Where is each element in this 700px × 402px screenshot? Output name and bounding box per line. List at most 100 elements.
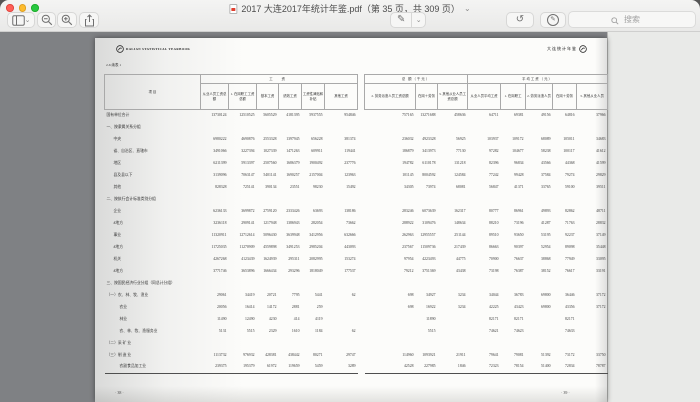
cell: 4230 — [257, 314, 279, 326]
cell: 56847 — [468, 182, 501, 194]
minimize-button[interactable] — [19, 4, 27, 12]
cell: 88210 — [468, 218, 501, 230]
cell: 78154 — [501, 362, 526, 374]
table-row: #地方3771746365389616664342932961818049177… — [105, 266, 358, 278]
cell: 104677 — [501, 146, 526, 158]
column-header: 2. 劳务派遣人员工资总额 — [365, 84, 416, 110]
column-header: 在岗＋劳务 — [553, 84, 577, 110]
cell: 82862 — [553, 206, 577, 218]
fullscreen-button[interactable] — [31, 4, 39, 12]
share-button[interactable] — [79, 12, 99, 28]
cell: 725141 — [229, 182, 257, 194]
markup-pencil-icon[interactable]: ✎ — [391, 15, 411, 25]
cell — [577, 326, 608, 338]
cell: 632666 — [325, 230, 358, 242]
row-label: 农副食品加工业 — [105, 362, 201, 374]
cell: 49156 — [526, 110, 553, 122]
yearbook-logo-icon — [116, 45, 124, 53]
cell: 42225 — [468, 302, 501, 314]
cell: 3491066 — [201, 146, 229, 158]
cell: 76637 — [501, 254, 526, 266]
cell: 100117 — [553, 146, 577, 158]
cell: 3751369 — [416, 266, 438, 278]
cell: 37149 — [577, 230, 608, 242]
zoom-out-button[interactable] — [37, 12, 56, 28]
window-title: 2017 大连2017年统计年鉴.pdf（第 35 页，共 309 页） — [241, 2, 460, 15]
window-title-group[interactable]: 2017 大连2017年统计年鉴.pdf（第 35 页，共 309 页） ⌄ — [229, 2, 470, 15]
table-row: （三）制 造 业11137329769324283814384428027129… — [105, 350, 358, 362]
table-row — [365, 122, 608, 134]
cell: 62 — [325, 326, 358, 338]
cell: 428381 — [257, 350, 279, 362]
cell: 1666434 — [257, 266, 279, 278]
search-input[interactable] — [569, 12, 695, 27]
cell: 8004592 — [416, 170, 438, 182]
left-page-brand: DALIAN STATISTICAL YEARBOOK — [126, 47, 190, 51]
cell: 37966 — [577, 110, 608, 122]
table-row: 6983492732343404436783698003644637172 — [365, 290, 608, 302]
preview-window: 2017 大连2017年统计年鉴.pdf（第 35 页，共 309 页） ⌄ ⌄ — [0, 0, 700, 402]
cell: 77949 — [553, 254, 577, 266]
markup-button-group[interactable]: ✎ ⌄ — [390, 12, 426, 28]
cell: 33765 — [526, 182, 553, 194]
cell: 41371 — [501, 182, 526, 194]
right-table: 总 额（千元） 平均工资（元） 2. 劳务派遣人员工资总额 在岗＋劳务 3. 其… — [364, 74, 608, 374]
cell: 293296 — [279, 266, 302, 278]
cell: 97954 — [365, 254, 416, 266]
cell: 72323 — [468, 362, 501, 374]
cell: 5401141 — [257, 170, 279, 182]
cell: 80271 — [302, 350, 325, 362]
cell: 79641 — [468, 350, 501, 362]
close-button[interactable] — [6, 4, 14, 12]
cell: 288922 — [365, 218, 416, 230]
cell: 5096430 — [257, 230, 279, 242]
cell: 48711 — [577, 206, 608, 218]
cell: 6211399 — [201, 158, 229, 170]
table-row: 9795442234934477570900766373886877949330… — [365, 254, 608, 266]
zoom-in-button[interactable] — [57, 12, 77, 28]
cell: 1610 — [279, 326, 302, 338]
cell: 5131 — [201, 326, 229, 338]
row-label: 农、林、牧、渔服务业 — [105, 326, 201, 338]
cell: 282054 — [302, 218, 325, 230]
cell: 90397 — [501, 242, 526, 254]
cell: 73196 — [501, 218, 526, 230]
cell: 63693 — [302, 206, 325, 218]
cell: 79212 — [365, 266, 416, 278]
left-page-header: DALIAN STATISTICAL YEARBOOK — [116, 45, 190, 53]
cell: 34305 — [365, 182, 416, 194]
cell — [229, 338, 257, 350]
cell: 69800 — [526, 290, 553, 302]
table-row: 7921237513694343873198763873815276617331… — [365, 266, 608, 278]
cell: 82171 — [468, 314, 501, 326]
cell: 5937555 — [302, 110, 325, 122]
cell: 105011 — [553, 134, 577, 146]
row-label: 三、按国民经济行业分组（同总计分组） — [105, 278, 358, 290]
search-field[interactable] — [568, 11, 696, 28]
cell: 3413973 — [416, 146, 438, 158]
cell: 1690257 — [279, 170, 302, 182]
markup-chevron-down-icon[interactable]: ⌄ — [412, 18, 425, 23]
cell: 1386943 — [279, 218, 302, 230]
row-label: 国有单位合计 — [105, 110, 201, 122]
cell: 237776 — [325, 158, 358, 170]
cell: 70900 — [468, 254, 501, 266]
cell: 74633 — [553, 326, 577, 338]
view-menu-button[interactable]: ⌄ — [7, 12, 35, 28]
column-header: 从业人员工资总额 — [201, 84, 229, 110]
rotate-button[interactable]: ↺ — [506, 12, 534, 28]
annotate-button[interactable]: ✎ — [540, 12, 566, 28]
item-header: 项 目 — [105, 75, 201, 110]
column-header: 2. 劳务派遣人员 — [526, 84, 553, 110]
column-header: 1. 在岗职工工资总额 — [229, 84, 257, 110]
cell: 62 — [325, 290, 358, 302]
document-viewport[interactable]: DALIAN STATISTICAL YEARBOOK 大连统计年鉴 2-6 续… — [0, 32, 700, 402]
table-row — [365, 338, 608, 350]
cell: 69381 — [501, 110, 526, 122]
cell: 237567 — [365, 242, 416, 254]
cell — [438, 326, 468, 338]
cell: 5441 — [302, 290, 325, 302]
cell: 4267268 — [201, 254, 229, 266]
cell: 38868 — [526, 254, 553, 266]
cell — [257, 338, 279, 350]
